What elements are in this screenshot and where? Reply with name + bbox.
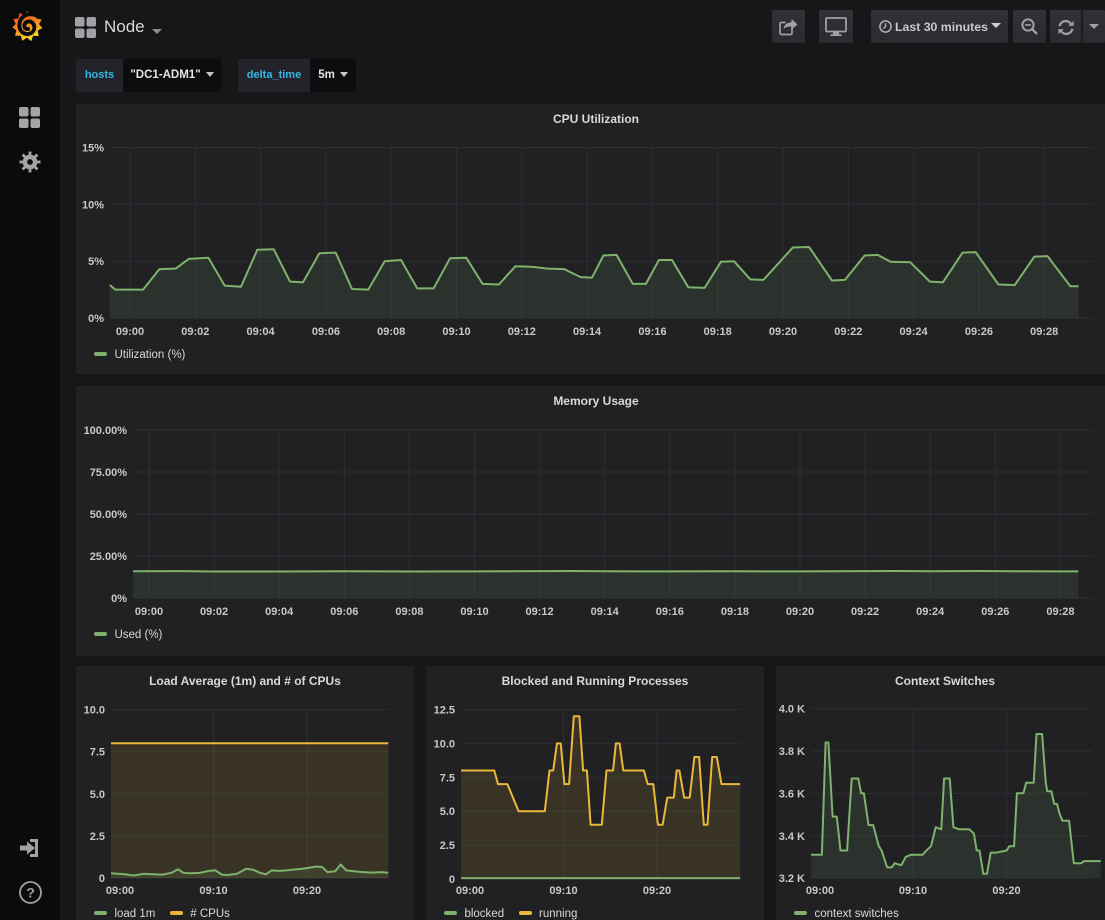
svg-text:25.00%: 25.00% (90, 551, 128, 563)
svg-text:09:14: 09:14 (591, 606, 620, 618)
svg-text:0: 0 (99, 873, 105, 885)
svg-text:09:18: 09:18 (721, 606, 749, 618)
svg-text:09:00: 09:00 (456, 885, 484, 897)
svg-text:09:10: 09:10 (442, 326, 470, 338)
svg-text:09:22: 09:22 (834, 326, 862, 338)
svg-text:09:08: 09:08 (395, 606, 423, 618)
svg-text:10.0: 10.0 (84, 705, 105, 717)
svg-text:09:20: 09:20 (293, 885, 321, 897)
svg-text:5.0: 5.0 (90, 789, 105, 801)
svg-text:09:20: 09:20 (769, 326, 797, 338)
svg-text:09:18: 09:18 (704, 326, 732, 338)
svg-text:50.00%: 50.00% (90, 509, 128, 521)
svg-text:09:20: 09:20 (643, 885, 671, 897)
svg-text:09:08: 09:08 (377, 326, 405, 338)
svg-text:7.5: 7.5 (90, 747, 105, 759)
svg-text:09:06: 09:06 (330, 606, 358, 618)
svg-text:7.5: 7.5 (440, 772, 455, 784)
svg-text:09:04: 09:04 (265, 606, 294, 618)
svg-text:09:28: 09:28 (1030, 326, 1058, 338)
svg-text:09:20: 09:20 (786, 606, 814, 618)
svg-text:4.0 K: 4.0 K (779, 704, 805, 716)
svg-text:0%: 0% (88, 313, 104, 325)
svg-text:100.00%: 100.00% (84, 425, 128, 437)
svg-text:09:10: 09:10 (199, 885, 227, 897)
svg-text:09:04: 09:04 (247, 326, 276, 338)
svg-text:09:26: 09:26 (981, 606, 1009, 618)
svg-text:12.5: 12.5 (434, 705, 455, 717)
svg-text:09:14: 09:14 (573, 326, 602, 338)
svg-text:09:00: 09:00 (806, 885, 834, 897)
svg-text:3.2 K: 3.2 K (779, 873, 805, 885)
svg-text:15%: 15% (82, 143, 104, 155)
svg-text:0: 0 (449, 874, 455, 886)
svg-text:09:16: 09:16 (656, 606, 684, 618)
svg-text:?: ? (26, 885, 35, 901)
svg-text:09:10: 09:10 (460, 606, 488, 618)
svg-text:3.8 K: 3.8 K (779, 746, 805, 758)
svg-text:09:10: 09:10 (899, 885, 927, 897)
svg-text:09:06: 09:06 (312, 326, 340, 338)
svg-text:10%: 10% (82, 199, 104, 211)
svg-text:75.00%: 75.00% (90, 467, 128, 479)
svg-text:0%: 0% (111, 593, 127, 605)
svg-text:09:10: 09:10 (549, 885, 577, 897)
svg-text:3.6 K: 3.6 K (779, 788, 805, 800)
svg-text:09:16: 09:16 (638, 326, 666, 338)
svg-text:09:22: 09:22 (851, 606, 879, 618)
svg-text:09:02: 09:02 (200, 606, 228, 618)
svg-text:09:28: 09:28 (1046, 606, 1074, 618)
svg-text:09:00: 09:00 (106, 885, 134, 897)
svg-text:09:26: 09:26 (965, 326, 993, 338)
svg-text:09:24: 09:24 (900, 326, 929, 338)
svg-text:2.5: 2.5 (90, 831, 105, 843)
svg-text:3.4 K: 3.4 K (779, 831, 805, 843)
svg-text:5%: 5% (88, 256, 104, 268)
svg-text:09:00: 09:00 (135, 606, 163, 618)
svg-text:09:12: 09:12 (508, 326, 536, 338)
svg-text:09:00: 09:00 (116, 326, 144, 338)
svg-text:09:24: 09:24 (916, 606, 945, 618)
svg-text:09:12: 09:12 (526, 606, 554, 618)
svg-text:09:20: 09:20 (992, 885, 1020, 897)
svg-text:10.0: 10.0 (434, 738, 455, 750)
svg-text:09:02: 09:02 (181, 326, 209, 338)
svg-text:5.0: 5.0 (440, 806, 455, 818)
svg-text:2.5: 2.5 (440, 840, 455, 852)
